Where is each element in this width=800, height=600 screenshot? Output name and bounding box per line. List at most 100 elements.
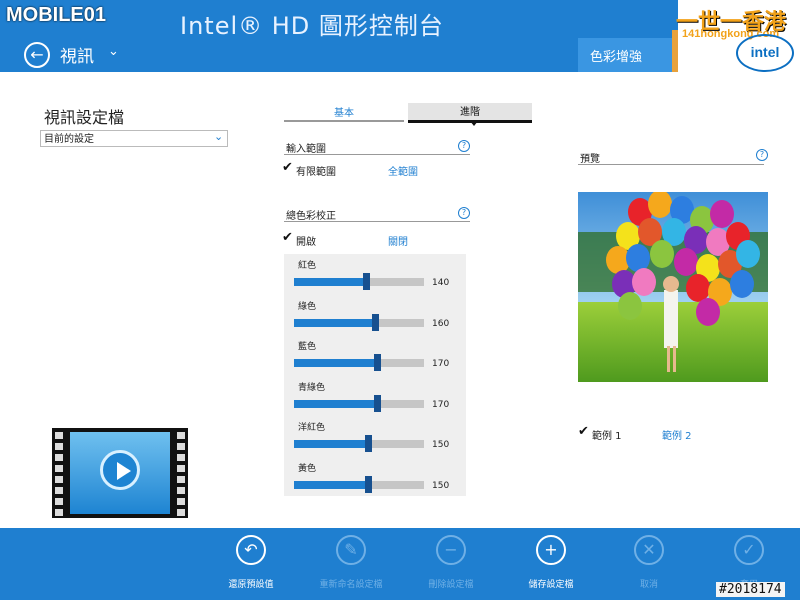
balloon [626, 244, 650, 272]
minus-icon[interactable]: − [436, 535, 466, 565]
profile-heading: 視訊設定檔 [44, 108, 125, 127]
slider-label: 黃色 [298, 463, 317, 474]
slider-fill [294, 440, 369, 448]
option-on[interactable]: 開啟 [296, 233, 316, 248]
color-slider-track[interactable] [294, 394, 424, 412]
film-sprocket-hole [55, 509, 63, 516]
film-sprocket-hole [55, 476, 63, 483]
active-tab-marker [470, 121, 478, 126]
play-icon [100, 450, 140, 490]
example-1-option[interactable]: 範例 1 [592, 427, 622, 442]
preview-title: 預覽 [580, 154, 600, 165]
film-sprocket-hole [177, 509, 185, 516]
slider-value: 160 [432, 318, 450, 329]
slider-fill [294, 318, 375, 327]
balloon [730, 270, 754, 298]
slider-thumb[interactable] [365, 475, 373, 493]
slider-fill [294, 359, 378, 367]
balloon [686, 274, 710, 302]
help-icon[interactable]: ? [756, 149, 768, 161]
color-slider-track[interactable] [294, 475, 424, 493]
option-limited-range[interactable]: 有限範圍 [296, 163, 336, 178]
help-icon[interactable]: ? [458, 140, 470, 152]
preview-image [578, 192, 768, 382]
color-slider-track[interactable] [294, 354, 424, 371]
example-2-option[interactable]: 範例 2 [662, 427, 692, 442]
tab-basic[interactable]: 基本 [284, 104, 404, 122]
film-sprocket-hole [177, 454, 185, 461]
balloon [632, 268, 656, 296]
option-full-range[interactable]: 全範圍 [388, 163, 418, 178]
action-plus-button[interactable]: + 儲存設定檔 [506, 535, 596, 590]
help-icon[interactable]: ? [458, 207, 470, 219]
intel-logo: intel [736, 34, 794, 72]
film-sprocket-hole [177, 465, 185, 472]
back-button[interactable]: ← [24, 42, 50, 68]
balloon [736, 240, 760, 268]
film-sprocket-hole [55, 465, 63, 472]
balloon [650, 240, 674, 268]
slider-thumb[interactable] [374, 354, 382, 371]
divider [284, 221, 470, 222]
slider-label: 藍色 [298, 342, 317, 352]
action-minus-button[interactable]: − 刪除設定檔 [406, 535, 496, 590]
slider-thumb[interactable] [371, 313, 379, 331]
film-sprocket-hole [177, 432, 185, 439]
balloon [710, 200, 734, 228]
slider-value: 170 [432, 399, 450, 410]
film-sprocket-hole [177, 487, 185, 494]
action-label: 刪除設定檔 [428, 580, 474, 590]
action-close-button[interactable]: ✕ 取消 [604, 535, 694, 590]
check-icon[interactable]: ✓ [734, 535, 764, 565]
slider-fill [294, 278, 366, 286]
tab-advanced[interactable]: 進階 [408, 103, 532, 123]
check-icon[interactable]: ✔ [282, 230, 293, 245]
film-sprocket-hole [177, 476, 185, 483]
balloon [674, 248, 698, 276]
slider-label: 紅色 [298, 261, 317, 271]
app-title: Intel® HD 圖形控制台 [180, 12, 444, 40]
tab-color-enhancement-label[interactable]: 色彩增強 [590, 46, 642, 65]
action-label: 重新命名設定檔 [319, 580, 383, 590]
slider-thumb[interactable] [362, 273, 370, 290]
check-icon[interactable]: ✔ [578, 424, 589, 439]
profile-select[interactable]: 目前的設定 [40, 130, 228, 147]
color-correction-title: 總色彩校正 [286, 211, 336, 222]
slider-value: 150 [432, 480, 450, 491]
color-slider-track[interactable] [294, 313, 424, 331]
action-label: 還原預設值 [228, 580, 274, 590]
slider-label: 洋紅色 [298, 423, 326, 433]
color-slider-track[interactable] [294, 435, 424, 452]
check-icon[interactable]: ✔ [282, 160, 293, 175]
film-sprocket-hole [177, 498, 185, 505]
slider-label: 綠色 [298, 301, 317, 312]
input-range-title: 輸入範圍 [286, 144, 326, 155]
watermark-logo-left: MOBILE01 [6, 4, 107, 26]
film-sprocket-hole [55, 432, 63, 439]
slider-label: 青綠色 [298, 382, 326, 393]
film-sprocket-hole [177, 443, 185, 450]
chevron-down-icon[interactable]: ⌄ [214, 130, 223, 143]
action-pencil-button[interactable]: ✎ 重新命名設定檔 [306, 535, 396, 590]
chevron-down-icon[interactable]: ⌄ [108, 44, 119, 59]
section-title[interactable]: 視訊 [60, 42, 94, 67]
undo-icon[interactable]: ↶ [236, 535, 266, 565]
action-undo-button[interactable]: ↶ 還原預設值 [206, 535, 296, 590]
slider-value: 140 [432, 278, 450, 288]
film-sprocket-hole [55, 454, 63, 461]
slider-thumb[interactable] [374, 394, 382, 412]
balloon [696, 298, 720, 326]
close-icon[interactable]: ✕ [634, 535, 664, 565]
divider [578, 164, 764, 165]
action-label: 儲存設定檔 [528, 580, 574, 590]
slider-value: 150 [432, 440, 450, 450]
slider-thumb[interactable] [365, 435, 373, 452]
color-slider-track[interactable] [294, 273, 424, 290]
pencil-icon[interactable]: ✎ [336, 535, 366, 565]
plus-icon[interactable]: + [536, 535, 566, 565]
video-film-icon [52, 428, 188, 518]
slider-value: 170 [432, 359, 450, 369]
film-sprocket-hole [55, 487, 63, 494]
option-off[interactable]: 關閉 [388, 233, 408, 248]
watermark-id: #2018174 [716, 582, 785, 597]
